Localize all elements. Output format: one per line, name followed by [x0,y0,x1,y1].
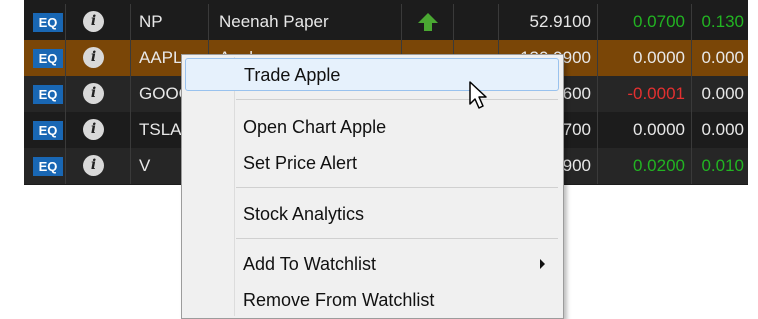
menu-item-label: Trade Apple [244,65,341,85]
change-cell: 0.0000 [598,112,692,148]
type-cell: EQ [24,40,66,76]
type-cell: EQ [24,112,66,148]
menu-item-label: Stock Analytics [243,204,365,224]
mouse-pointer-icon [469,81,487,109]
percent-change-cell: 0.010 [701,156,744,175]
equity-badge: EQ [33,13,63,32]
menu-item-label: Add To Watchlist [243,254,377,274]
menu-item-label: Remove From Watchlist [243,290,435,310]
info-icon[interactable]: i [83,47,104,68]
menu-separator [236,238,558,239]
info-icon[interactable]: i [83,83,104,104]
info-icon[interactable]: i [83,155,104,176]
equity-badge: EQ [33,85,63,104]
menu-item-open-chart[interactable]: Open Chart Apple [185,111,559,144]
menu-item-stock-analytics[interactable]: Stock Analytics [185,198,559,231]
menu-item-label: Open Chart Apple [243,117,387,137]
menu-separator [236,187,558,188]
table-row[interactable]: EQ i NP Neenah Paper 52.9100 0.0700 0.130 [24,4,748,40]
empty-cell [454,4,499,40]
percent-change-cell: 0.130 [701,12,744,31]
menu-item-set-price-alert[interactable]: Set Price Alert [185,147,559,180]
menu-item-add-to-watchlist[interactable]: Add To Watchlist [185,248,559,281]
symbol-cell: NP [131,4,209,40]
menu-item-label: Set Price Alert [243,153,358,173]
info-cell: i [66,4,131,40]
change-cell: 0.0000 [598,40,692,76]
equity-badge: EQ [33,49,63,68]
name-cell: Neenah Paper [209,4,402,40]
equity-badge: EQ [33,121,63,140]
info-cell: i [66,76,131,112]
arrow-up-icon [418,13,438,31]
change-cell: -0.0001 [598,76,692,112]
context-menu: Trade Apple Open Chart Apple Set Price A… [181,54,564,319]
info-cell: i [66,112,131,148]
change-cell: 0.0700 [598,4,692,40]
percent-change-cell: 0.000 [701,84,744,103]
info-icon[interactable]: i [83,119,104,140]
percent-change-cell: 0.000 [701,120,744,139]
type-cell: EQ [24,148,66,184]
menu-item-remove-from-watchlist[interactable]: Remove From Watchlist [185,284,559,317]
equity-badge: EQ [33,157,63,176]
submenu-arrow-icon [540,259,545,269]
type-cell: EQ [24,76,66,112]
price-cell: 52.9100 [499,4,598,40]
info-cell: i [66,40,131,76]
type-cell: EQ [24,4,66,40]
change-cell: 0.0200 [598,148,692,184]
menu-item-trade[interactable]: Trade Apple [185,58,559,91]
info-cell: i [66,148,131,184]
trend-cell [402,4,454,40]
menu-separator [236,99,558,100]
percent-change-cell: 0.000 [701,48,744,67]
info-icon[interactable]: i [83,11,104,32]
